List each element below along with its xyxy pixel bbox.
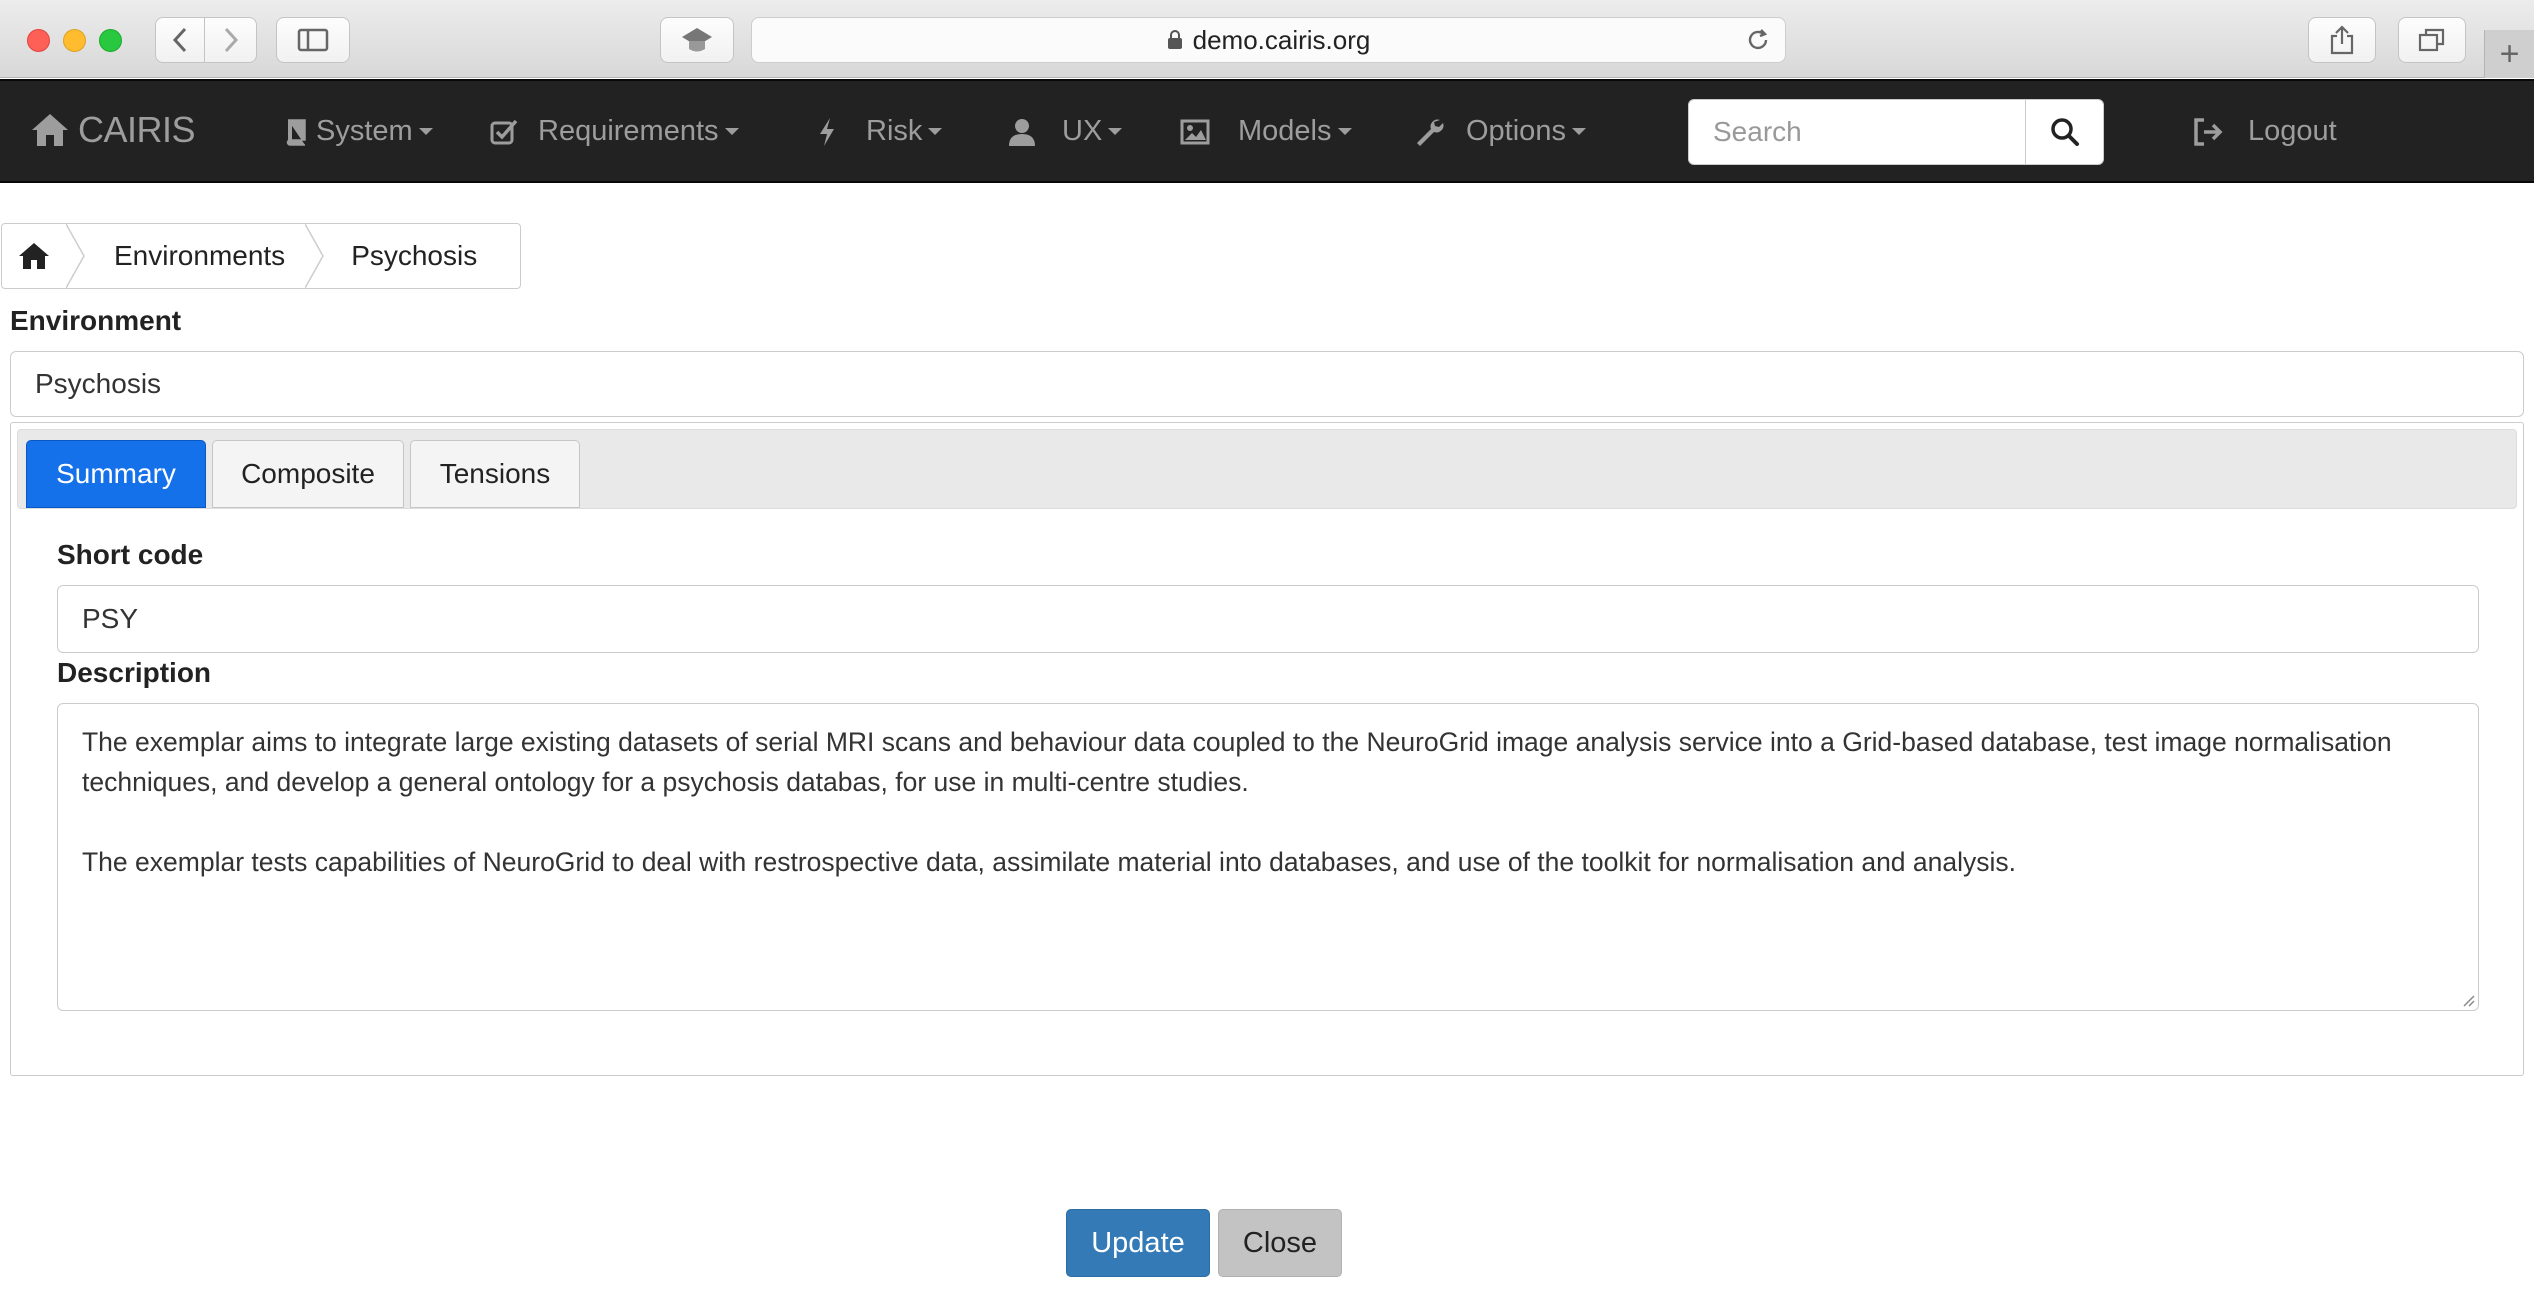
extension-button[interactable] xyxy=(660,17,734,63)
environment-label: Environment xyxy=(10,305,182,336)
breadcrumb: Environments Psychosis xyxy=(1,223,521,289)
short-code-label: Short code xyxy=(57,539,204,570)
lock-icon xyxy=(1167,30,1183,50)
description-textarea[interactable]: The exemplar aims to integrate large exi… xyxy=(57,703,2479,1011)
tab-strip: Summary Composite Tensions xyxy=(17,429,2517,509)
logout-icon xyxy=(2192,117,2224,147)
minimize-window-button[interactable] xyxy=(63,29,86,52)
share-button[interactable] xyxy=(2308,17,2376,63)
main-navbar: CAIRIS System Requirements Risk UX Model xyxy=(0,79,2534,183)
nav-menu-label: System xyxy=(316,115,413,147)
graduation-cap-icon xyxy=(682,28,712,52)
caret-down-icon xyxy=(418,128,433,135)
sidebar-icon xyxy=(297,28,329,52)
nav-menu-requirements[interactable]: Requirements xyxy=(490,115,739,148)
nav-menu-system[interactable]: System xyxy=(284,115,433,148)
brand-text: CAIRIS xyxy=(78,109,196,150)
sidebar-toggle-button[interactable] xyxy=(276,17,350,63)
search-form xyxy=(1688,99,2104,165)
home-icon xyxy=(32,114,68,146)
nav-menu-label: Risk xyxy=(866,115,923,147)
description-label: Description xyxy=(57,657,212,688)
breadcrumb-item-environments[interactable]: Environments xyxy=(86,240,305,272)
check-square-icon xyxy=(490,118,518,146)
zoom-window-button[interactable] xyxy=(99,29,122,52)
book-icon xyxy=(284,118,308,146)
nav-menu-risk[interactable]: Risk xyxy=(818,115,943,148)
forward-button[interactable] xyxy=(205,17,257,63)
caret-down-icon xyxy=(724,128,739,135)
nav-menu-label: UX xyxy=(1062,115,1103,147)
resize-handle-icon[interactable] xyxy=(2459,991,2475,1007)
caret-down-icon xyxy=(1337,128,1352,135)
plus-icon: + xyxy=(2499,34,2520,73)
url-text: demo.cairis.org xyxy=(1192,24,1371,55)
environment-panel: Summary Composite Tensions Short code PS… xyxy=(10,422,2524,1076)
wrench-icon xyxy=(1414,117,1444,147)
brand-link[interactable]: CAIRIS xyxy=(30,109,196,151)
close-window-button[interactable] xyxy=(27,29,50,52)
description-paragraph: The exemplar tests capabilities of Neuro… xyxy=(82,847,2017,877)
nav-menu-options[interactable]: Options xyxy=(1414,115,1586,148)
flash-icon xyxy=(818,117,836,147)
breadcrumb-separator xyxy=(66,224,85,288)
reload-icon[interactable] xyxy=(1745,27,1771,60)
back-button[interactable] xyxy=(155,17,205,63)
update-button[interactable]: Update xyxy=(1066,1209,1210,1277)
nav-menu-models[interactable]: Models xyxy=(1180,115,1352,148)
picture-icon xyxy=(1180,119,1210,145)
search-icon xyxy=(2050,118,2079,146)
description-paragraph: The exemplar aims to integrate large exi… xyxy=(82,727,2392,797)
search-input[interactable] xyxy=(1688,99,2026,165)
breadcrumb-item-current: Psychosis xyxy=(351,240,478,271)
logout-label: Logout xyxy=(2248,115,2337,147)
caret-down-icon xyxy=(928,128,943,135)
user-icon xyxy=(1008,117,1036,147)
browser-toolbar: demo.cairis.org + xyxy=(0,0,2534,78)
home-icon xyxy=(19,243,49,269)
chevron-left-icon xyxy=(172,27,187,53)
search-button[interactable] xyxy=(2026,99,2104,165)
breadcrumb-separator xyxy=(305,224,325,288)
address-bar[interactable]: demo.cairis.org xyxy=(751,17,1786,63)
short-code-input[interactable]: PSY xyxy=(57,585,2479,653)
close-button[interactable]: Close xyxy=(1218,1209,1342,1277)
caret-down-icon xyxy=(1571,128,1586,135)
tab-composite[interactable]: Composite xyxy=(212,440,404,508)
caret-down-icon xyxy=(1108,128,1123,135)
tab-summary[interactable]: Summary xyxy=(26,440,206,508)
tab-tensions[interactable]: Tensions xyxy=(410,440,580,508)
breadcrumb-home[interactable] xyxy=(2,224,66,288)
nav-menu-label: Options xyxy=(1466,115,1566,147)
share-icon xyxy=(2330,25,2354,55)
chevron-right-icon xyxy=(224,27,238,53)
tabs-overview-button[interactable] xyxy=(2398,17,2466,63)
environment-name-input[interactable]: Psychosis xyxy=(10,351,2524,417)
logout-link[interactable]: Logout xyxy=(2192,115,2337,148)
new-tab-button[interactable]: + xyxy=(2484,30,2534,78)
tabs-icon xyxy=(2418,28,2445,52)
nav-menu-label: Models xyxy=(1238,115,1332,147)
nav-menu-ux[interactable]: UX xyxy=(1008,115,1123,148)
nav-menu-label: Requirements xyxy=(538,115,719,147)
